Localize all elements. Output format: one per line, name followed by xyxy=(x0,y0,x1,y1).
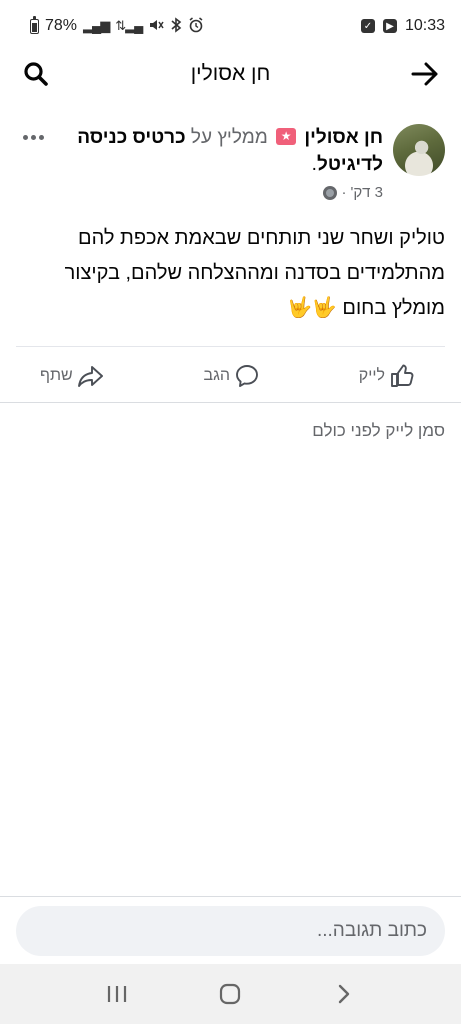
recommendation-line: חן אסולין ★ ממליץ על כרטיס כניסה לדיגיטל… xyxy=(50,124,383,178)
comment-label: הגב xyxy=(203,366,230,384)
comment-icon xyxy=(236,364,258,387)
dot-icon xyxy=(22,134,28,140)
battery-percent: 78% xyxy=(45,17,78,34)
share-button[interactable]: שתף xyxy=(40,363,105,389)
alarm-icon xyxy=(188,16,204,36)
comment-button[interactable]: הגב xyxy=(204,363,260,389)
search-icon xyxy=(24,62,48,86)
post-body: טוליק ושחר שני תותחים שבאמת אכפת להם מהת… xyxy=(64,227,445,319)
share-label: שתף xyxy=(40,366,73,384)
mute-icon xyxy=(148,17,164,36)
status-bar: 78% ▂▄▆ ⇅▂▄ ✓ ▶ 10:33 xyxy=(0,0,461,52)
arrow-right-icon xyxy=(411,62,438,86)
comment-input[interactable] xyxy=(16,906,445,956)
search-button[interactable] xyxy=(20,58,52,90)
divider xyxy=(0,402,461,403)
recent-apps-icon xyxy=(107,986,126,1002)
post: חן אסולין ★ ממליץ על כרטיס כניסה לדיגיטל… xyxy=(0,124,461,326)
recent-apps-button[interactable] xyxy=(93,974,141,1014)
more-options-button[interactable] xyxy=(16,126,50,148)
home-button[interactable] xyxy=(206,974,254,1014)
globe-icon xyxy=(323,185,338,200)
page-title: חן אסולין xyxy=(190,62,271,85)
meta-separator: · xyxy=(341,184,347,201)
author-name[interactable]: חן אסולין xyxy=(304,127,383,148)
home-icon xyxy=(220,983,241,1005)
like-button[interactable]: לייק xyxy=(359,363,415,389)
status-right: ✓ ▶ 10:33 xyxy=(360,17,445,35)
recommends-text: ממליץ על xyxy=(190,127,268,148)
checkbox-notification-icon: ✓ xyxy=(360,19,375,33)
share-icon xyxy=(77,365,103,387)
clock: 10:33 xyxy=(404,17,445,34)
post-actions: לייק הגב שתף xyxy=(16,346,445,404)
top-app-bar: חן אסולין xyxy=(0,52,461,96)
youtube-notification-icon: ▶ xyxy=(382,19,397,33)
first-like-prompt: סמן לייק לפני כולם xyxy=(312,421,445,440)
dot-icon xyxy=(38,134,44,140)
back-button[interactable] xyxy=(409,58,441,90)
dot-icon xyxy=(30,134,36,140)
signal-2-icon: ⇅▂▄ xyxy=(115,18,143,33)
status-left: 78% ▂▄▆ ⇅▂▄ xyxy=(30,15,204,36)
system-nav-bar xyxy=(0,964,461,1024)
comment-bar xyxy=(0,896,461,964)
signal-icon: ▂▄▆ xyxy=(83,18,110,33)
thumbs-up-icon xyxy=(391,364,414,387)
time-ago[interactable]: 3 דק' xyxy=(350,184,383,201)
chevron-right-icon xyxy=(338,984,350,1004)
post-header: חן אסולין ★ ממליץ על כרטיס כניסה לדיגיטל… xyxy=(0,124,461,201)
like-label: לייק xyxy=(358,366,385,384)
avatar[interactable] xyxy=(393,124,445,176)
post-meta: 3 דק' · xyxy=(50,184,383,201)
battery-icon xyxy=(30,15,39,34)
recommend-star-icon: ★ xyxy=(276,127,297,145)
back-nav-button[interactable] xyxy=(320,974,368,1014)
bluetooth-icon xyxy=(170,16,182,36)
post-header-text: חן אסולין ★ ממליץ על כרטיס כניסה לדיגיטל… xyxy=(50,124,393,201)
